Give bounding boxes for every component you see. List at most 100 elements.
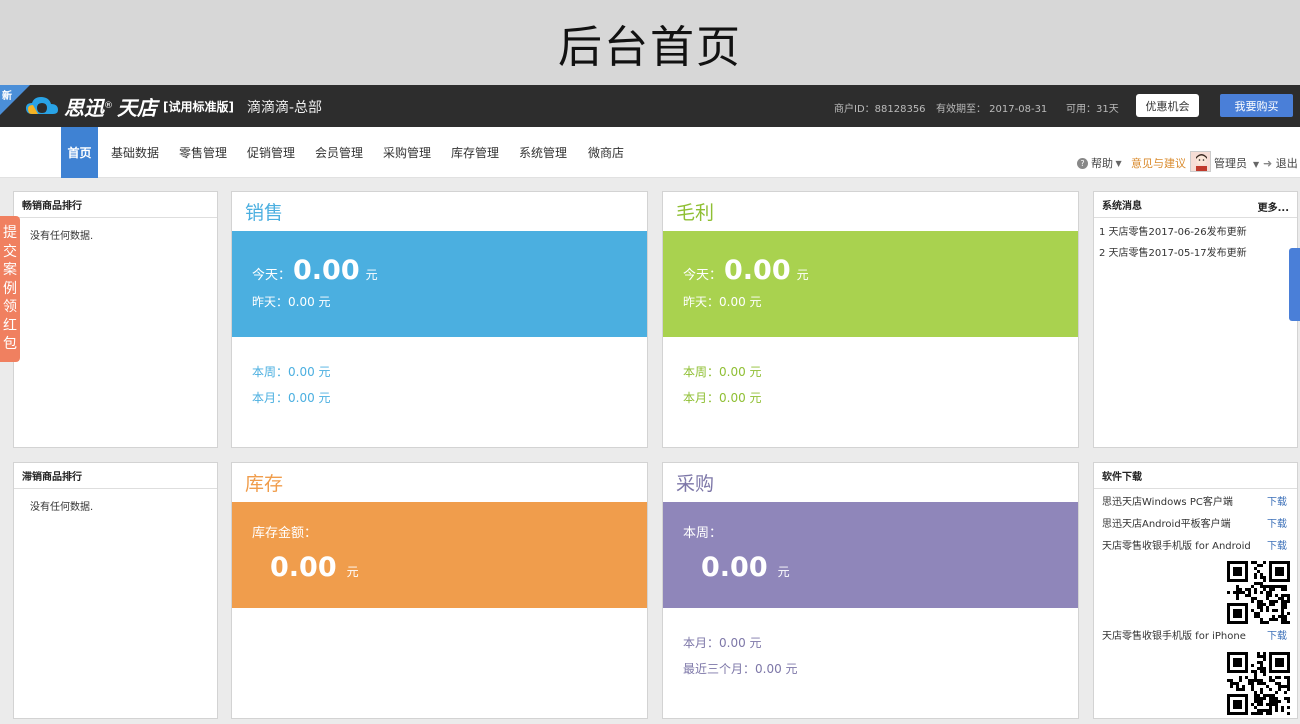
more-link[interactable]: 更多... — [1258, 199, 1289, 214]
profit-band: 今天： 0.00 元 昨天：0.00 元 — [663, 231, 1078, 337]
purchase-card: 采购 本周： 0.00 元 本月：0.00 元 最近三个月：0.00 元 — [662, 462, 1079, 719]
question-icon: ? — [1077, 157, 1088, 169]
promo-button[interactable]: 优惠机会 — [1136, 94, 1199, 117]
week-sales: 本周：0.00 元 — [252, 365, 331, 379]
right-float-tab[interactable] — [1289, 248, 1300, 321]
main-nav: 首页 基础数据 零售管理 促销管理 会员管理 采购管理 库存管理 系统管理 微商… — [0, 127, 1300, 178]
logo-sub-text: 天店 — [117, 95, 157, 120]
nav-system[interactable]: 系统管理 — [514, 127, 572, 178]
unit-label: 元 — [777, 565, 790, 579]
chevron-down-icon: ▼ — [1113, 158, 1122, 168]
empty-message: 没有任何数据. — [30, 502, 94, 513]
avatar[interactable] — [1190, 151, 1211, 172]
admin-menu[interactable]: 管理员 ▼ — [1214, 155, 1259, 171]
iphone-qr-code — [1227, 652, 1290, 715]
download-link[interactable]: 下载 — [1267, 492, 1287, 514]
purchase-week-value: 0.00 — [701, 552, 768, 583]
purchase-month: 本月：0.00 元 — [683, 636, 762, 650]
help-menu[interactable]: ? 帮助 ▼ — [1077, 155, 1122, 171]
logo-main-text: 思迅 — [64, 95, 104, 120]
download-link[interactable]: 下载 — [1267, 536, 1287, 558]
nav-promotion[interactable]: 促销管理 — [242, 127, 300, 178]
profit-card: 毛利 今天： 0.00 元 昨天：0.00 元 本周：0.00 元 本月：0.0… — [662, 191, 1079, 448]
nav-micro-store[interactable]: 微商店 — [582, 127, 630, 178]
week-profit: 本周：0.00 元 — [683, 365, 762, 379]
banner-title: 后台首页 — [558, 21, 742, 73]
side-tab-char: 案 — [3, 262, 17, 279]
slow-products-panel: 滞销商品排行 没有任何数据. — [13, 462, 218, 719]
nav-purchase[interactable]: 采购管理 — [378, 127, 436, 178]
panel-header: 系统消息 更多... — [1094, 192, 1297, 218]
download-row: 天店零售收银手机版 for iPhone 下载 — [1094, 626, 1297, 648]
nav-retail[interactable]: 零售管理 — [174, 127, 232, 178]
purchase-band: 本周： 0.00 元 — [663, 502, 1078, 608]
download-row: 思迅天店Android平板客户端 下载 — [1094, 514, 1297, 536]
empty-message: 没有任何数据. — [30, 231, 94, 242]
submit-case-red-packet-tab[interactable]: 提 交 案 例 领 红 包 — [0, 216, 20, 362]
nav-basic-data[interactable]: 基础数据 — [106, 127, 164, 178]
inventory-band: 库存金额： 0.00 元 — [232, 502, 647, 608]
message-item[interactable]: 1 天店零售2017-06-26发布更新 — [1094, 222, 1297, 243]
purchase-week: 0.00 元 — [699, 552, 790, 583]
buy-button[interactable]: 我要购买 — [1220, 94, 1293, 117]
sales-band: 今天： 0.00 元 昨天：0.00 元 — [232, 231, 647, 337]
logout-arrow-icon: ➜ — [1263, 157, 1273, 170]
logo-registered-mark: ® — [104, 101, 113, 111]
download-name: 思迅天店Windows PC客户端 — [1102, 497, 1233, 508]
download-link[interactable]: 下载 — [1267, 514, 1287, 536]
software-download-panel: 软件下载 思迅天店Windows PC客户端 下载 思迅天店Android平板客… — [1093, 462, 1298, 719]
today-label: 今天： — [252, 268, 292, 283]
today-sales: 今天： 0.00 元 — [252, 255, 378, 286]
panel-title: 滞销商品排行 — [14, 463, 217, 489]
side-tab-char: 包 — [3, 336, 17, 353]
sales-card: 销售 今天： 0.00 元 昨天：0.00 元 本周：0.00 元 本月：0.0… — [231, 191, 648, 448]
side-tab-char: 红 — [3, 317, 17, 334]
download-link[interactable]: 下载 — [1267, 626, 1287, 648]
side-tab-char: 交 — [3, 243, 17, 260]
inventory-amount-label: 库存金额： — [252, 526, 318, 541]
panel-title: 畅销商品排行 — [14, 192, 217, 218]
logout-link[interactable]: ➜ 退出 — [1263, 155, 1298, 171]
nav-member[interactable]: 会员管理 — [310, 127, 368, 178]
system-messages-panel: 系统消息 更多... 1 天店零售2017-06-26发布更新 2 天店零售20… — [1093, 191, 1298, 448]
card-title: 销售 — [245, 202, 284, 224]
yesterday-sales: 昨天：0.00 元 — [252, 295, 331, 309]
valid-until: 有效期至： 2017-08-31 — [936, 104, 1048, 115]
message-list: 1 天店零售2017-06-26发布更新 2 天店零售2017-05-17发布更… — [1094, 218, 1297, 264]
cloud-logo-icon — [24, 94, 60, 118]
panel-title: 系统消息 — [1102, 201, 1142, 212]
download-name: 思迅天店Android平板客户端 — [1102, 519, 1231, 530]
chevron-down-icon: ▼ — [1250, 160, 1260, 169]
side-tab-char: 领 — [3, 299, 17, 316]
message-item[interactable]: 2 天店零售2017-05-17发布更新 — [1094, 243, 1297, 264]
inventory-amount: 0.00 元 — [268, 552, 359, 583]
nav-inventory[interactable]: 库存管理 — [446, 127, 504, 178]
card-title: 毛利 — [676, 202, 715, 224]
dashboard-main: 畅销商品排行 没有任何数据. 销售 今天： 0.00 元 昨天：0.00 元 本… — [0, 178, 1300, 724]
app-logo[interactable]: 思迅 ® 天店 [试用标准版] — [24, 93, 234, 120]
feedback-link[interactable]: 意见与建议 — [1131, 155, 1186, 171]
help-label: 帮助 — [1091, 157, 1113, 170]
android-qr-code — [1227, 561, 1290, 624]
side-tab-char: 提 — [3, 225, 17, 242]
download-row: 天店零售收银手机版 for Android 下载 — [1094, 536, 1297, 558]
yesterday-profit: 昨天：0.00 元 — [683, 295, 762, 309]
purchase-three-months: 最近三个月：0.00 元 — [683, 662, 798, 676]
page-banner: 后台首页 — [0, 0, 1300, 85]
unit-label: 元 — [365, 268, 378, 282]
download-name: 天店零售收银手机版 for Android — [1102, 541, 1251, 552]
download-name: 天店零售收银手机版 for iPhone — [1102, 631, 1246, 642]
today-value: 0.00 — [724, 255, 791, 286]
days-available: 可用：31天 — [1066, 104, 1119, 115]
merchant-id: 商户ID：88128356 — [834, 104, 926, 115]
side-tab-char: 例 — [3, 280, 17, 297]
month-profit: 本月：0.00 元 — [683, 391, 762, 405]
new-tag-text: 新 — [2, 91, 12, 102]
nav-home[interactable]: 首页 — [61, 127, 98, 178]
unit-label: 元 — [346, 565, 359, 579]
purchase-week-label: 本周： — [683, 526, 723, 541]
today-profit: 今天： 0.00 元 — [683, 255, 809, 286]
card-title: 库存 — [245, 473, 284, 495]
store-name: 滴滴滴-总部 — [247, 100, 323, 116]
hot-products-panel: 畅销商品排行 没有任何数据. — [13, 191, 218, 448]
